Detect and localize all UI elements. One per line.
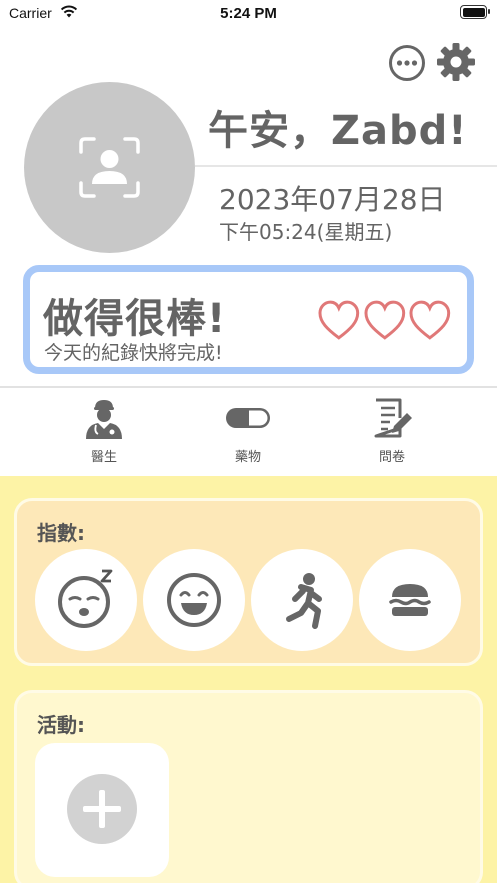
running-icon [286, 573, 322, 629]
progress-banner: 做得很棒! 今天的紀錄快將完成! [23, 265, 474, 374]
header-divider [195, 165, 497, 167]
avatar[interactable] [24, 82, 195, 253]
add-activity-button[interactable] [35, 743, 169, 877]
greeting-text: 午安，Zabd! [208, 108, 468, 154]
heart-icon [409, 300, 451, 340]
activity-card: 活動: [14, 690, 483, 883]
nav-item-questionnaire[interactable]: 問卷 [352, 392, 432, 476]
nav-label-questionnaire: 問卷 [378, 450, 405, 465]
hearts-row [317, 299, 452, 343]
nav-label-medicine: 藥物 [234, 450, 261, 465]
burger-icon [389, 584, 431, 616]
index-section-title: 指數: [37, 521, 85, 545]
index-card: 指數: [14, 498, 483, 666]
activity-section-title: 活動: [37, 713, 85, 737]
status-time: 5:24 PM [220, 5, 277, 22]
nav-item-doctor[interactable]: 醫生 [64, 392, 144, 476]
sleep-face-icon [58, 569, 113, 628]
add-activity-circle [67, 774, 137, 844]
heart-icon [318, 300, 360, 340]
battery-fill [462, 7, 485, 17]
plus-icon [83, 790, 121, 828]
pill-icon [226, 408, 270, 428]
banner-title: 做得很棒! [43, 296, 227, 342]
date-text: 2023年07月28日 [219, 183, 446, 216]
status-bar: Carrier 5:24 PM [0, 0, 497, 28]
settings-gear-icon[interactable] [436, 42, 476, 82]
time-day-text: 下午05:24(星期五) [219, 220, 393, 244]
face-scan-icon [79, 137, 140, 198]
battery-icon [460, 5, 490, 19]
index-sleep-button[interactable] [35, 549, 137, 651]
banner-subtitle: 今天的紀錄快將完成! [44, 342, 223, 364]
section-divider [0, 386, 497, 388]
nav-label-doctor: 醫生 [90, 450, 117, 465]
heart-icon [364, 300, 405, 340]
index-mood-button[interactable] [143, 549, 245, 651]
nav-item-medicine[interactable]: 藥物 [208, 392, 288, 476]
doctor-icon [86, 400, 122, 439]
index-diet-button[interactable] [359, 549, 461, 651]
index-exercise-button[interactable] [251, 549, 353, 651]
quick-nav: 醫生 藥物 問卷 [0, 392, 497, 476]
more-options-icon[interactable] [388, 44, 426, 82]
index-options [35, 549, 465, 653]
questionnaire-icon [374, 398, 412, 438]
happy-face-icon [167, 573, 221, 627]
